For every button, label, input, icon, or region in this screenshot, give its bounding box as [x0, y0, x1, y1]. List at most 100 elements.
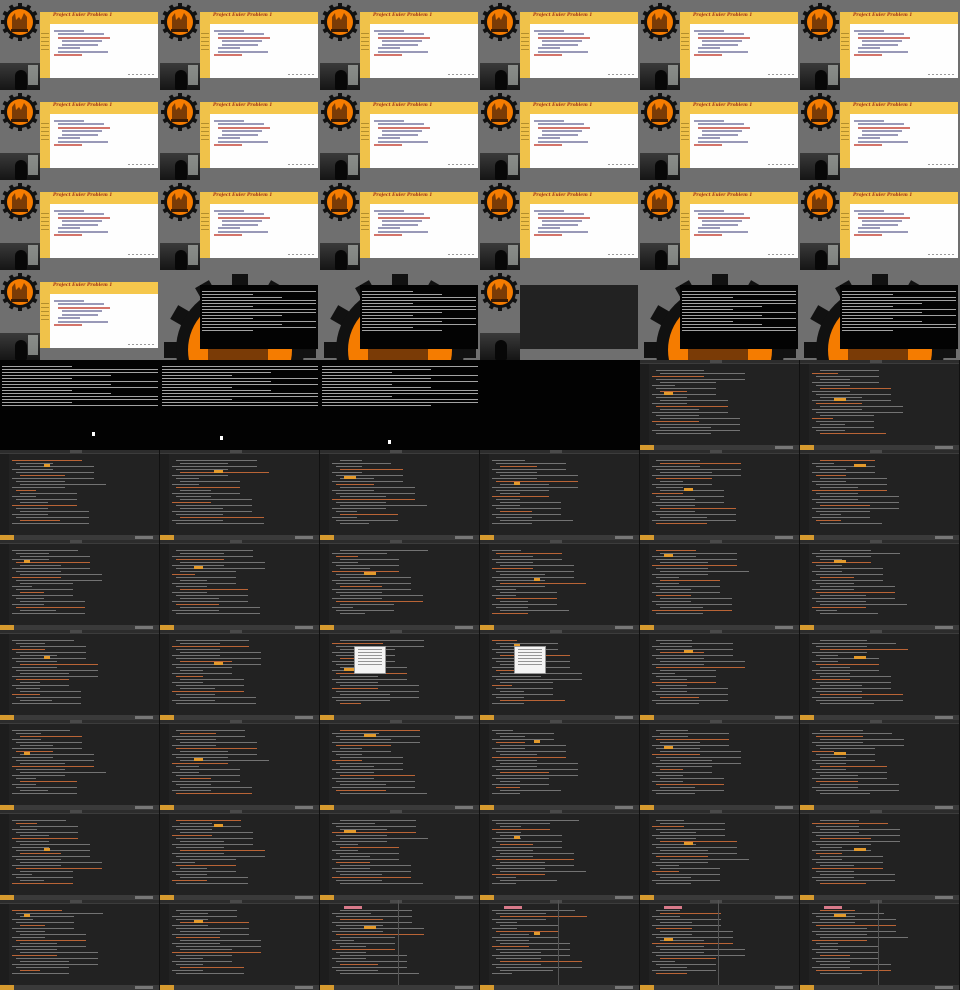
tab-active[interactable]	[710, 360, 722, 363]
frame-editor[interactable]	[160, 630, 320, 720]
frame-slide[interactable]: Project Euler Problem 1	[0, 0, 160, 90]
frame-editor[interactable]	[480, 900, 640, 990]
frame-editor[interactable]	[0, 810, 160, 900]
frame-editor[interactable]	[800, 540, 960, 630]
source-code[interactable]	[172, 908, 315, 976]
source-code[interactable]	[812, 908, 955, 976]
frame-terminal[interactable]	[160, 270, 320, 360]
frame-slide[interactable]: Project Euler Problem 1	[480, 90, 640, 180]
editor-tabbar[interactable]	[160, 540, 319, 544]
tab-active[interactable]	[710, 720, 722, 723]
tab-active[interactable]	[550, 540, 562, 543]
editor-tabbar[interactable]	[800, 720, 959, 724]
source-code[interactable]	[652, 818, 795, 886]
source-code[interactable]	[172, 818, 315, 886]
editor-tabbar[interactable]	[480, 630, 639, 634]
window-split[interactable]	[398, 900, 399, 985]
frame-editor[interactable]	[800, 360, 960, 450]
tab-active[interactable]	[870, 900, 882, 903]
frame-editor[interactable]	[800, 630, 960, 720]
source-code[interactable]	[12, 548, 155, 616]
source-code[interactable]	[492, 908, 635, 976]
editor-tabbar[interactable]	[640, 450, 799, 454]
source-code[interactable]	[492, 818, 635, 886]
frame-editor[interactable]	[320, 630, 480, 720]
source-code[interactable]	[652, 908, 795, 976]
editor-tabbar[interactable]	[480, 900, 639, 904]
tab-active[interactable]	[230, 720, 242, 723]
tab-active[interactable]	[550, 720, 562, 723]
source-code[interactable]	[652, 548, 795, 616]
frame-editor[interactable]	[160, 540, 320, 630]
tab-active[interactable]	[390, 630, 402, 633]
frame-slide[interactable]: Project Euler Problem 1	[480, 0, 640, 90]
source-code[interactable]	[652, 368, 795, 436]
tab-active[interactable]	[230, 900, 242, 903]
source-code[interactable]	[812, 548, 955, 616]
frame-slide[interactable]: Project Euler Problem 1	[800, 0, 960, 90]
tab-active[interactable]	[870, 810, 882, 813]
editor-tabbar[interactable]	[480, 810, 639, 814]
frame-slide[interactable]: Project Euler Problem 1	[0, 270, 160, 360]
frame-editor[interactable]	[320, 900, 480, 990]
frame-editor[interactable]	[160, 810, 320, 900]
frame-slide[interactable]: Project Euler Problem 1	[320, 90, 480, 180]
editor-tabbar[interactable]	[800, 540, 959, 544]
tab-active[interactable]	[70, 900, 82, 903]
source-code[interactable]	[332, 548, 475, 616]
source-code[interactable]	[812, 368, 955, 436]
editor-tabbar[interactable]	[320, 720, 479, 724]
tab-active[interactable]	[70, 720, 82, 723]
source-code[interactable]	[172, 458, 315, 526]
frame-editor[interactable]	[640, 630, 800, 720]
frame-slide[interactable]: Project Euler Problem 1	[160, 90, 320, 180]
editor-tabbar[interactable]	[800, 630, 959, 634]
editor-tabbar[interactable]	[320, 810, 479, 814]
source-code[interactable]	[332, 908, 475, 976]
editor-tabbar[interactable]	[0, 630, 159, 634]
tab-active[interactable]	[230, 450, 242, 453]
tab-active[interactable]	[710, 450, 722, 453]
frame-editor[interactable]	[640, 720, 800, 810]
frame-slide[interactable]: Project Euler Problem 1	[320, 180, 480, 270]
editor-tabbar[interactable]	[0, 720, 159, 724]
frame-editor[interactable]	[0, 900, 160, 990]
frame-blank[interactable]	[480, 360, 640, 450]
tab-active[interactable]	[70, 540, 82, 543]
frame-terminal[interactable]	[320, 270, 480, 360]
frame-slide[interactable]: Project Euler Problem 1	[800, 180, 960, 270]
frame-editor[interactable]	[640, 810, 800, 900]
frame-slide[interactable]: Project Euler Problem 1	[640, 180, 800, 270]
tab-active[interactable]	[710, 810, 722, 813]
editor-tabbar[interactable]	[0, 540, 159, 544]
source-code[interactable]	[12, 908, 155, 976]
editor-tabbar[interactable]	[160, 450, 319, 454]
frame-editor[interactable]	[640, 360, 800, 450]
tab-active[interactable]	[390, 540, 402, 543]
editor-tabbar[interactable]	[800, 360, 959, 364]
frame-editor[interactable]	[160, 450, 320, 540]
frame-slide[interactable]: Project Euler Problem 1	[640, 90, 800, 180]
source-code[interactable]	[492, 728, 635, 796]
editor-tabbar[interactable]	[320, 630, 479, 634]
completion-popup[interactable]	[354, 646, 386, 674]
tab-active[interactable]	[870, 630, 882, 633]
frame-slide[interactable]: Project Euler Problem 1	[160, 0, 320, 90]
editor-tabbar[interactable]	[640, 360, 799, 364]
source-code[interactable]	[652, 728, 795, 796]
source-code[interactable]	[492, 458, 635, 526]
editor-tabbar[interactable]	[640, 630, 799, 634]
editor-tabbar[interactable]	[160, 720, 319, 724]
source-code[interactable]	[812, 818, 955, 886]
editor-tabbar[interactable]	[640, 720, 799, 724]
source-code[interactable]	[12, 458, 155, 526]
tab-active[interactable]	[870, 450, 882, 453]
tab-active[interactable]	[390, 900, 402, 903]
tab-active[interactable]	[70, 810, 82, 813]
source-code[interactable]	[332, 458, 475, 526]
tab-active[interactable]	[390, 810, 402, 813]
editor-tabbar[interactable]	[160, 810, 319, 814]
frame-editor[interactable]	[480, 720, 640, 810]
frame-editor[interactable]	[320, 810, 480, 900]
source-code[interactable]	[332, 818, 475, 886]
